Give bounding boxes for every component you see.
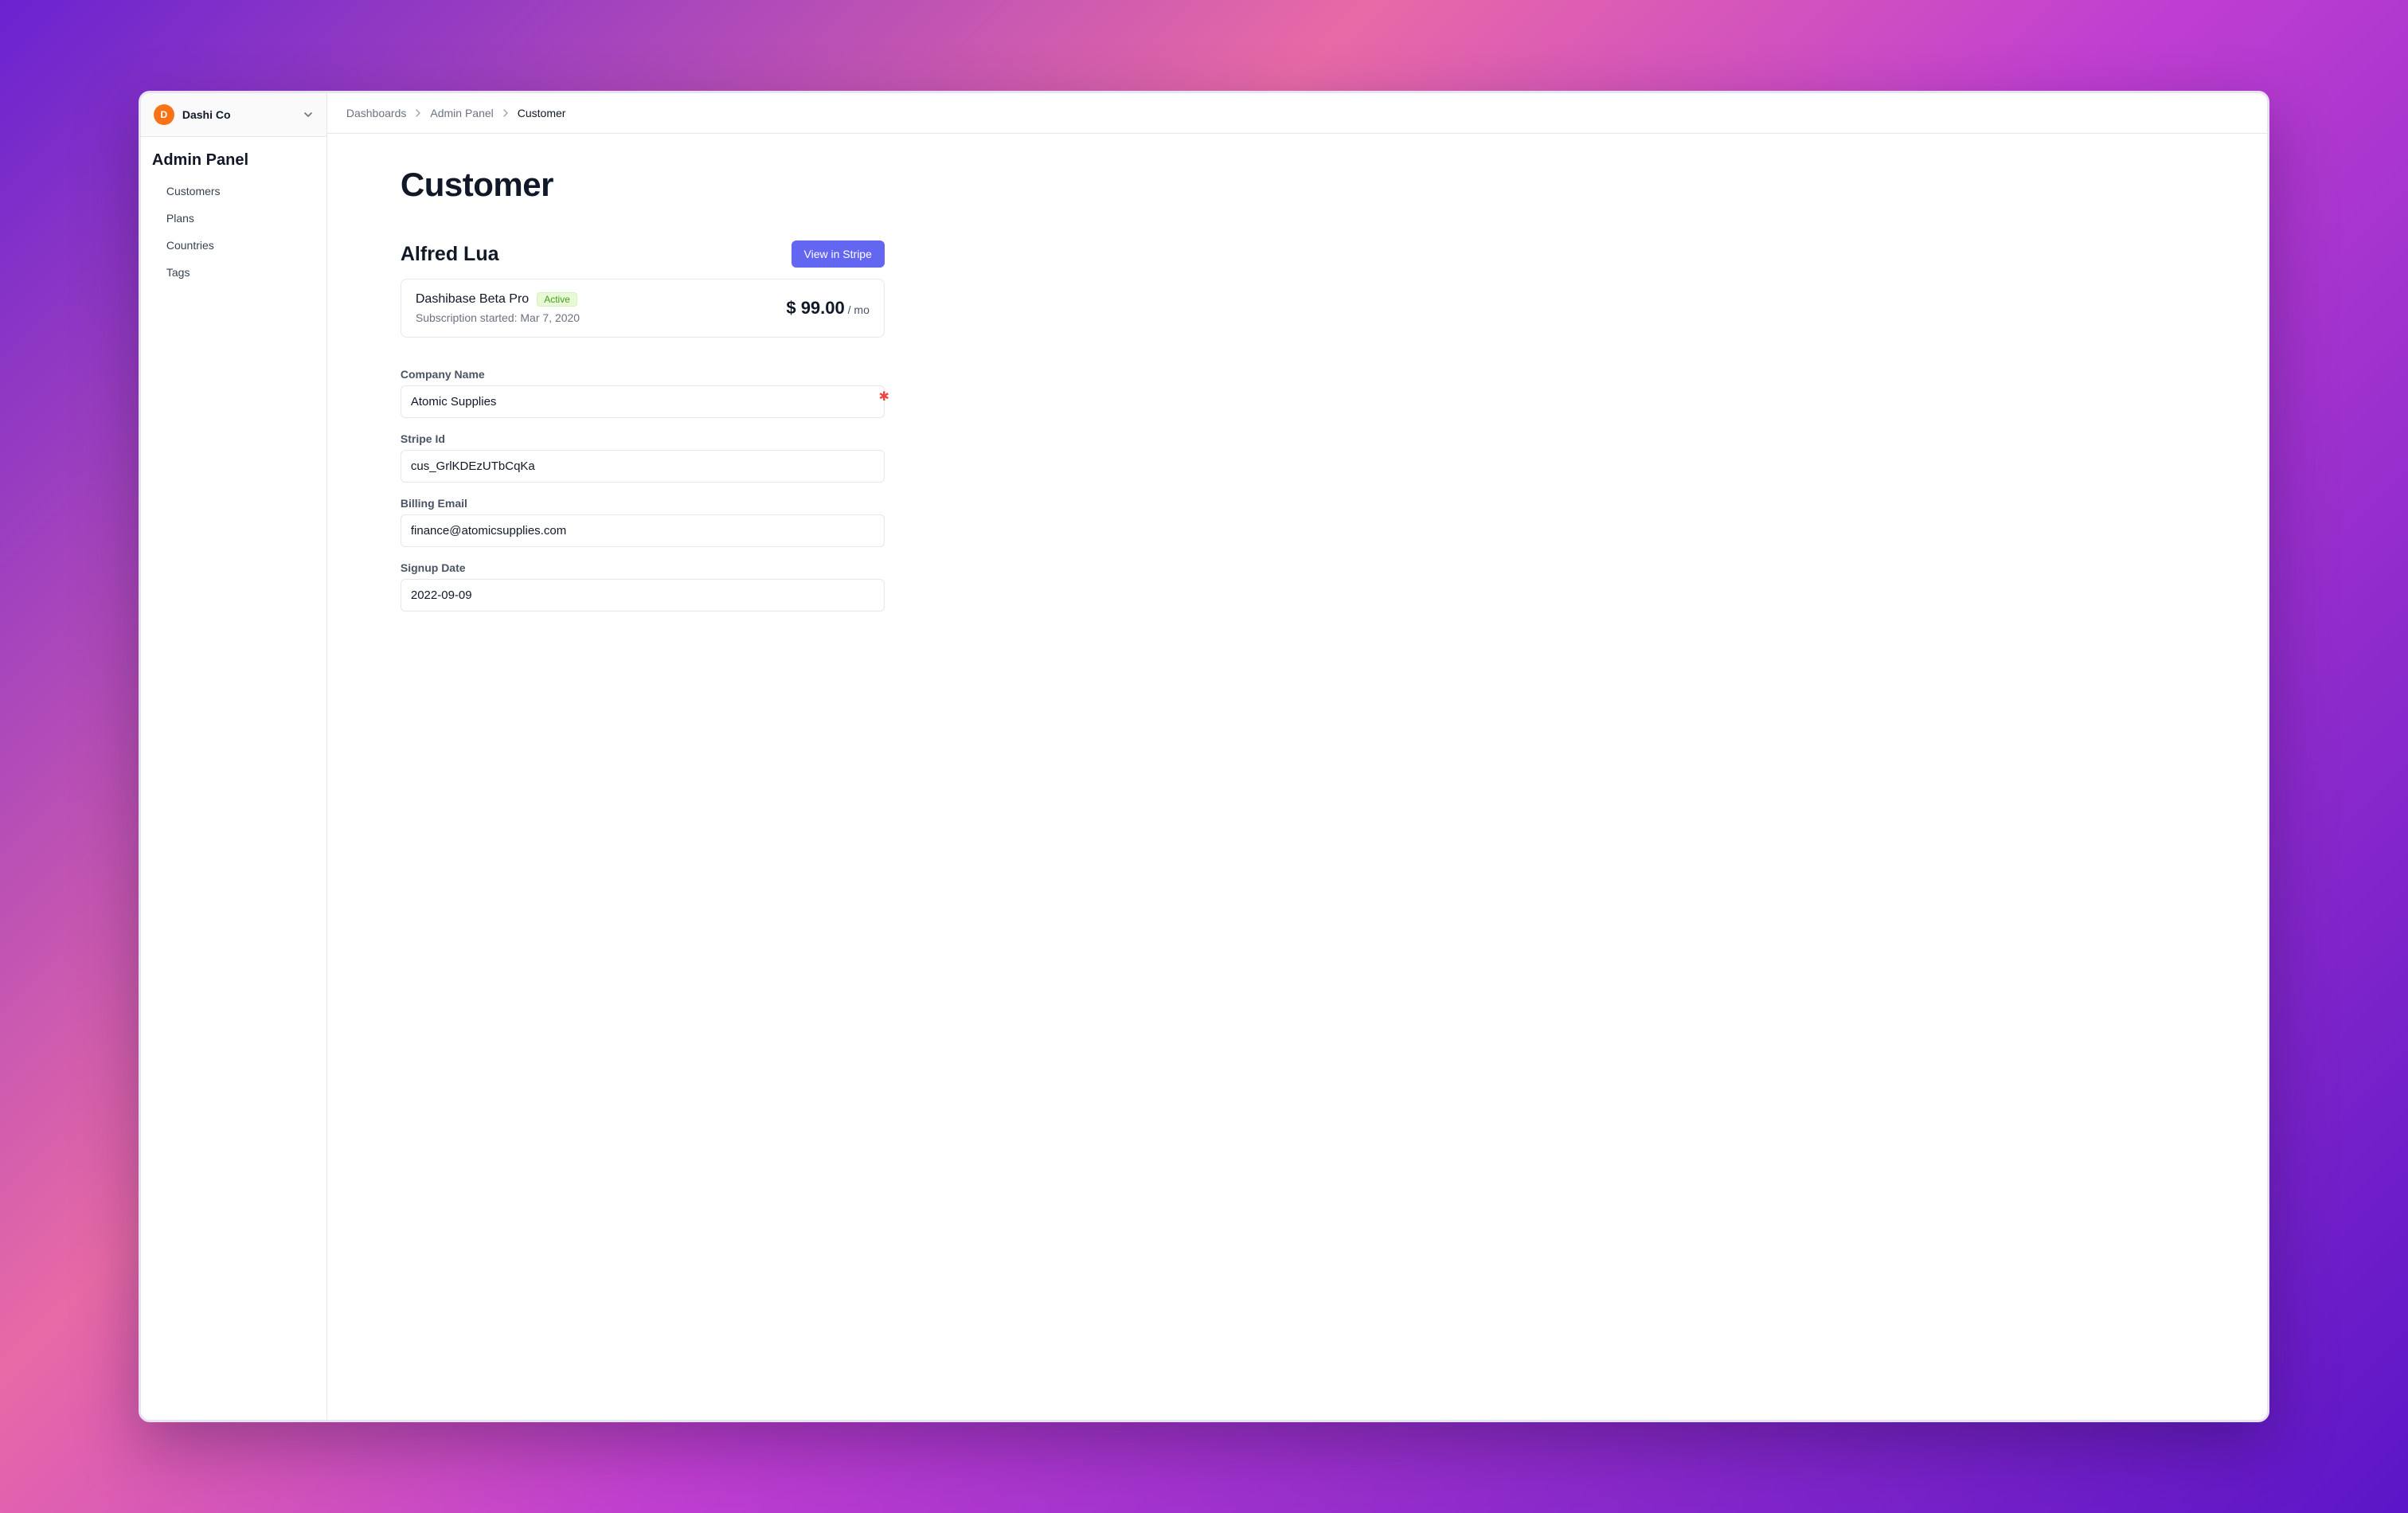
subscription-price: $ 99.00 / mo [786,298,870,319]
status-badge: Active [537,292,577,307]
field-stripe-id: Stripe Id [401,432,885,483]
breadcrumb-dashboards[interactable]: Dashboards [346,107,407,119]
sidebar-item-tags[interactable]: Tags [158,259,315,286]
subscription-card: Dashibase Beta Pro Active Subscription s… [401,279,885,338]
breadcrumb: Dashboards Admin Panel Customer [327,93,2267,134]
workspace-name: Dashi Co [182,108,303,121]
app-window: D Dashi Co Admin Panel Customers Plans C… [139,91,2269,1422]
required-icon: ✱ [878,389,889,405]
company-name-label: Company Name [401,368,885,381]
customer-name: Alfred Lua [401,243,499,266]
billing-email-input[interactable] [401,514,885,547]
field-company-name: Company Name ✱ [401,368,885,418]
page-title: Customer [401,166,885,204]
company-name-input[interactable] [401,385,885,418]
sidebar-title: Admin Panel [152,151,315,170]
subscription-details: Dashibase Beta Pro Active Subscription s… [416,292,580,324]
billing-email-label: Billing Email [401,497,885,510]
chevron-down-icon [303,109,314,120]
workspace-initial: D [161,109,168,120]
field-billing-email: Billing Email [401,497,885,547]
sidebar-item-plans[interactable]: Plans [158,205,315,232]
price-suffix: / mo [845,303,870,316]
workspace-switcher[interactable]: D Dashi Co [141,93,326,137]
workspace-avatar: D [154,104,174,125]
plan-name: Dashibase Beta Pro [416,292,529,307]
price-amount: $ 99.00 [786,298,844,318]
view-in-stripe-button[interactable]: View in Stripe [792,240,885,268]
page-content: Customer Alfred Lua View in Stripe Dashi… [327,134,948,674]
main-area: Dashboards Admin Panel Customer Customer… [327,93,2267,1420]
breadcrumb-admin-panel[interactable]: Admin Panel [430,107,493,119]
stripe-id-input[interactable] [401,450,885,483]
signup-date-input[interactable] [401,579,885,612]
sidebar: D Dashi Co Admin Panel Customers Plans C… [141,93,327,1420]
sidebar-item-customers[interactable]: Customers [158,178,315,205]
chevron-right-icon [502,109,510,117]
subscription-title-row: Dashibase Beta Pro Active [416,292,580,307]
breadcrumb-customer[interactable]: Customer [518,107,566,119]
field-signup-date: Signup Date [401,561,885,612]
subscription-started: Subscription started: Mar 7, 2020 [416,311,580,324]
signup-date-label: Signup Date [401,561,885,574]
sidebar-item-countries[interactable]: Countries [158,232,315,259]
customer-header: Alfred Lua View in Stripe [401,240,885,268]
chevron-right-icon [414,109,422,117]
stripe-id-label: Stripe Id [401,432,885,445]
sidebar-section: Admin Panel Customers Plans Countries Ta… [141,137,326,292]
